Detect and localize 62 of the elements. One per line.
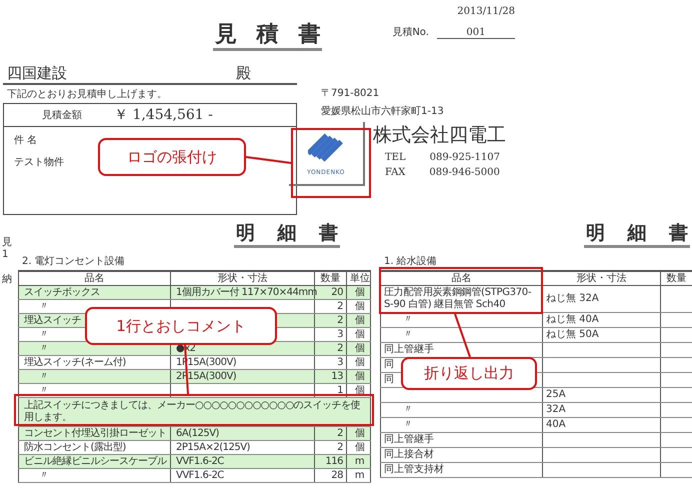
table-cell: 同上管支持材 xyxy=(380,462,542,478)
table-cell: コンセント付埋込引掛ローゼット xyxy=(18,426,170,440)
table-cell: m xyxy=(346,468,370,482)
leader-line xyxy=(454,314,471,358)
number-value: 001 xyxy=(436,27,515,39)
sheet-title: 明 細 書 xyxy=(234,221,340,248)
table-cell: 32A xyxy=(542,402,660,418)
amount-label: 見積金額 xyxy=(41,108,83,122)
comment-cell: 上記スイッチにつきましては、メーカー○○○○○○○○○○○○のスイッチを使用します。 xyxy=(18,398,370,426)
table-cell: 〃 xyxy=(380,402,542,418)
callout-box: 折り返し出力 xyxy=(401,357,537,390)
callout-box: 1行とおしコメント xyxy=(85,307,277,345)
table-cell: 2 xyxy=(314,342,346,356)
table-cell: ねじ無 50A xyxy=(542,328,660,342)
section-title: 2. 電灯コンセント設備 xyxy=(22,254,126,268)
date-text: 2013/11/28 xyxy=(457,6,515,17)
callout-box: ロゴの張付け xyxy=(98,138,246,176)
column-header: 品名 xyxy=(380,271,542,286)
column-header: 形状・寸法 xyxy=(542,271,660,286)
table-cell: VVF1.6-2C xyxy=(170,454,314,468)
table-cell: 25A xyxy=(542,388,660,402)
table-cell: 〃 xyxy=(380,418,542,432)
column-header: 数量 xyxy=(660,271,692,286)
table-cell: 〃 xyxy=(380,312,542,328)
number-label: 見積No. xyxy=(392,26,429,39)
side-note: 納 xyxy=(2,273,12,286)
table-cell: 116 xyxy=(314,454,346,468)
table-cell: 〃 xyxy=(18,468,170,482)
table-cell: VVF1.6-2C xyxy=(170,468,314,482)
document-title: 見 積 書 xyxy=(213,20,322,51)
table-cell: 2 xyxy=(314,426,346,440)
honorific-text: 殿 xyxy=(236,64,251,83)
customer-name: 四国建設 xyxy=(7,64,67,83)
table-cell: 〃 xyxy=(18,370,170,384)
leader-line xyxy=(246,156,292,164)
table-cell: 6A(125V) xyxy=(170,426,314,440)
table-cell: 13 xyxy=(314,370,346,384)
contact-number: 089-946-5000 xyxy=(429,167,500,178)
section-title: 1. 給水設備 xyxy=(384,254,438,268)
address-text: 愛媛県松山市六軒家町1-13 xyxy=(321,104,445,118)
intro-text: 下記のとおりお見積申し上げます。 xyxy=(7,88,168,101)
company-name: 株式会社四電工 xyxy=(373,123,506,148)
table-cell: ねじ無 40A xyxy=(542,312,660,328)
table-cell: 同上接合材 xyxy=(380,448,542,462)
table-cell: 28 xyxy=(314,468,346,482)
sheet-title: 明 細 書 xyxy=(584,221,690,248)
table-cell: 40A xyxy=(542,418,660,432)
table-cell: ビニル絶縁ビニルシースケーブル xyxy=(18,454,170,468)
table-cell: 同上管継手 xyxy=(380,432,542,448)
table-cell: ねじ無 32A xyxy=(542,286,660,312)
postal-code: 〒791-8021 xyxy=(321,87,380,100)
table-cell: 20 xyxy=(314,286,346,300)
amount-value: ￥ 1,454,561 - xyxy=(114,106,213,124)
subject-label: 件 名 xyxy=(14,134,38,147)
side-note: 見1 xyxy=(2,236,13,260)
table-cell: 〃 xyxy=(380,328,542,342)
table-cell: 2 xyxy=(314,314,346,328)
table-cell: スイッチボックス xyxy=(18,286,170,300)
contact-label: TEL xyxy=(385,152,406,163)
subject-value: テスト物件 xyxy=(14,156,64,169)
contact-label: FAX xyxy=(385,167,406,178)
contact-number: 089-925-1107 xyxy=(430,152,500,163)
